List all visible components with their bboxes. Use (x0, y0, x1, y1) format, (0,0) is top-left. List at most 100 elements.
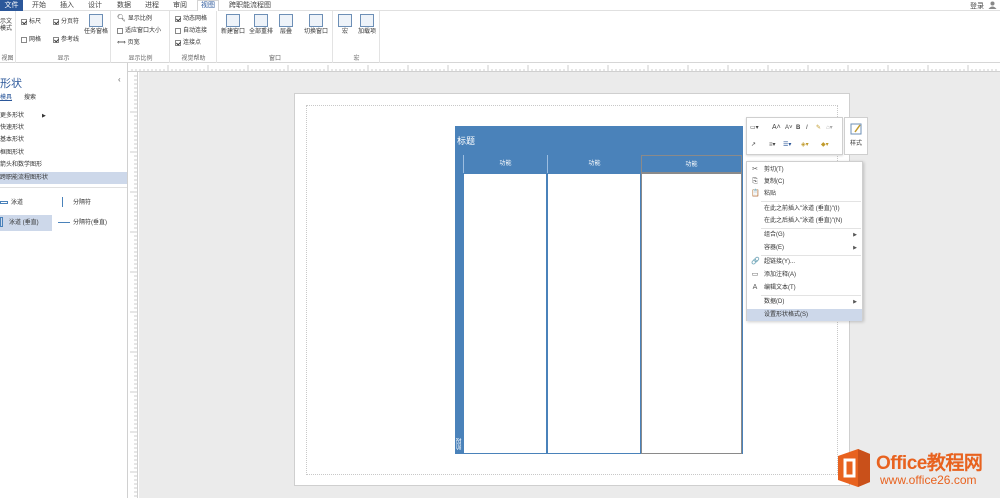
stencil-block-shapes[interactable]: 框图形状 (0, 147, 127, 159)
tab-search[interactable]: 搜索 (24, 92, 36, 101)
zoom-button[interactable]: 🔍︎ 显示比例 (117, 15, 152, 23)
align-icon[interactable]: ≡▾ (769, 141, 776, 149)
style-icon (850, 123, 862, 135)
grid-checkbox[interactable]: 网格 (21, 36, 41, 44)
shrink-font-icon[interactable]: A˅ (785, 124, 793, 132)
font-box-icon[interactable]: ▭▾ (750, 124, 759, 132)
shape-swimlane-vertical[interactable]: 泳道 (垂直) (0, 215, 52, 231)
dynamic-grid-checkbox[interactable]: 动态网格 (175, 15, 207, 23)
guides-checkbox[interactable]: 参考线 (53, 36, 79, 44)
tab-design[interactable]: 设计 (88, 1, 102, 11)
menu-item-paste[interactable]: 📋 粘贴 (747, 188, 862, 200)
cascade-button[interactable]: 层叠 (276, 14, 296, 36)
login-link[interactable]: 登录 (970, 1, 984, 11)
lane-header[interactable]: 功能 (547, 155, 641, 173)
label: 层叠 (279, 29, 292, 35)
pane-title: 形状 (0, 78, 22, 90)
cascade-icon (279, 14, 293, 27)
presentation-mode-button[interactable]: 示文 模式 (0, 19, 12, 33)
new-window-button[interactable]: 新建窗口 (220, 14, 246, 36)
menu-item-data[interactable]: 数据(D) ▶ (747, 296, 862, 308)
macros-button[interactable]: 宏 (337, 14, 353, 36)
stencil-basic-shapes[interactable]: 基本形状 (0, 134, 127, 146)
page-width-button[interactable]: ⟺ 页宽 (117, 39, 140, 47)
menu-item-cut[interactable]: ✂ 剪切(T) (747, 164, 862, 176)
pagewidth-icon: ⟺ (117, 40, 126, 46)
ribbon-tab-bar: 文件 开始 插入 设计 数据 进程 审阅 视图 跨职能流程图 登录 (0, 0, 1000, 11)
tab-file[interactable]: 文件 (0, 0, 23, 11)
separator-icon (62, 197, 63, 208)
style-button[interactable]: 样式 (844, 117, 868, 155)
collapse-icon[interactable]: ‹ (118, 75, 121, 84)
menu-item-container[interactable]: 容器(E) ▶ (747, 242, 862, 254)
stencil-arrows-math[interactable]: 箭头和数学图形 (0, 159, 127, 171)
lane-header[interactable]: 功能 (641, 155, 742, 173)
tab-review[interactable]: 审阅 (173, 1, 187, 11)
separator-vertical-icon (58, 221, 70, 223)
fit-window-button[interactable]: 适应窗口大小 (117, 27, 161, 35)
tab-process[interactable]: 进程 (145, 1, 159, 11)
visio-window: 文件 开始 插入 设计 数据 进程 审阅 视图 跨职能流程图 登录 示文 模式 … (0, 0, 1000, 498)
menu-item-hyperlink[interactable]: 🔗 超链接(Y)... (747, 256, 862, 268)
shape-separator[interactable]: 分隔符 (62, 195, 126, 211)
diagram-title[interactable]: 标题 (457, 134, 475, 147)
checkbox-icon (175, 40, 181, 46)
fill-icon[interactable]: ◈▾ (801, 141, 809, 149)
italic-icon[interactable]: I (806, 124, 808, 132)
menu-item-format-shape[interactable]: 设置形状格式(S) (747, 309, 862, 321)
group-show: 标尺 分页符 网格 参考线 任务窗格 显示 (17, 11, 111, 63)
menu-item-insert-before[interactable]: 在此之前插入"泳道 (垂直)"(I) (747, 203, 862, 215)
line-icon[interactable]: ◆▾ (821, 141, 829, 149)
arrow-icon[interactable]: ↗ (751, 141, 756, 149)
stencil-more-shapes[interactable]: 更多形状 ▶ (0, 110, 127, 122)
stencil-cross-functional[interactable]: 跨职能流程图形状 (0, 172, 127, 184)
phase-label[interactable]: 阶段 (455, 434, 463, 454)
lane-header[interactable]: 功能 (463, 155, 547, 173)
connection-points-checkbox[interactable]: 连接点 (175, 39, 201, 47)
shape-separator-vertical[interactable]: 分隔符(垂直) (58, 215, 126, 231)
menu-item-copy[interactable]: ⎘ 复制(C) (747, 176, 862, 188)
menu-item-add-comment[interactable]: ▭ 添加注释(A) (747, 269, 862, 281)
user-icon[interactable] (988, 1, 997, 9)
vertical-ruler[interactable] (128, 72, 138, 498)
taskpane-button[interactable]: 任务窗格 (82, 14, 110, 36)
group-label: 窗口 (268, 56, 281, 62)
tab-stencils[interactable]: 模具 (0, 92, 12, 101)
menu-item-insert-after[interactable]: 在此之后插入"泳道 (垂直)"(N) (747, 215, 862, 227)
label: 添加注释(A) (764, 272, 796, 278)
swimlane-selected[interactable] (641, 173, 742, 454)
chevron-right-icon: ▶ (42, 113, 46, 119)
watermark-brand: Office教程网 (876, 453, 983, 474)
horizontal-ruler[interactable] (128, 63, 1000, 72)
shape-swimlane[interactable]: 泳道 (0, 195, 52, 211)
pagebreak-checkbox[interactable]: 分页符 (53, 18, 79, 26)
watermark: Office教程网 www.office26.com (834, 446, 1000, 490)
format-painter-icon[interactable]: ✎ (816, 124, 821, 132)
group-window: 新建窗口 全部重排 层叠 切换窗口 窗口 (218, 11, 333, 63)
menu-item-edit-text[interactable]: A 编辑文本(T) (747, 282, 862, 294)
edit-text-icon: A (752, 284, 758, 291)
swimlane[interactable] (547, 173, 641, 454)
stencil-quick-shapes[interactable]: 快速形状 (0, 122, 127, 134)
menu-item-group[interactable]: 组合(G) ▶ (747, 229, 862, 241)
label: 新建窗口 (220, 29, 245, 35)
swimlane[interactable] (463, 173, 547, 454)
tab-insert[interactable]: 插入 (60, 1, 74, 11)
list-icon[interactable]: ☰▾ (783, 141, 791, 149)
label: 编辑文本(T) (764, 285, 796, 291)
switch-window-button[interactable]: 切换窗口 (302, 14, 330, 36)
arrange-all-button[interactable]: 全部重排 (248, 14, 274, 36)
grow-font-icon[interactable]: A˄ (772, 124, 781, 132)
group-label: 视图 (1, 56, 14, 62)
label: 宏 (341, 29, 348, 35)
label: 适应窗口大小 (125, 28, 162, 34)
addins-button[interactable]: 加载项 (356, 14, 378, 36)
text-box-icon[interactable]: ⌂▾ (826, 124, 833, 132)
tab-home[interactable]: 开始 (32, 1, 46, 11)
autoconnect-checkbox[interactable]: 自动连接 (175, 27, 207, 35)
tab-view[interactable]: 视图 (197, 0, 219, 11)
tab-cross-functional[interactable]: 跨职能流程图 (229, 1, 271, 11)
tab-data[interactable]: 数据 (117, 1, 131, 11)
bold-icon[interactable]: B (796, 124, 800, 132)
ruler-checkbox[interactable]: 标尺 (21, 18, 41, 26)
